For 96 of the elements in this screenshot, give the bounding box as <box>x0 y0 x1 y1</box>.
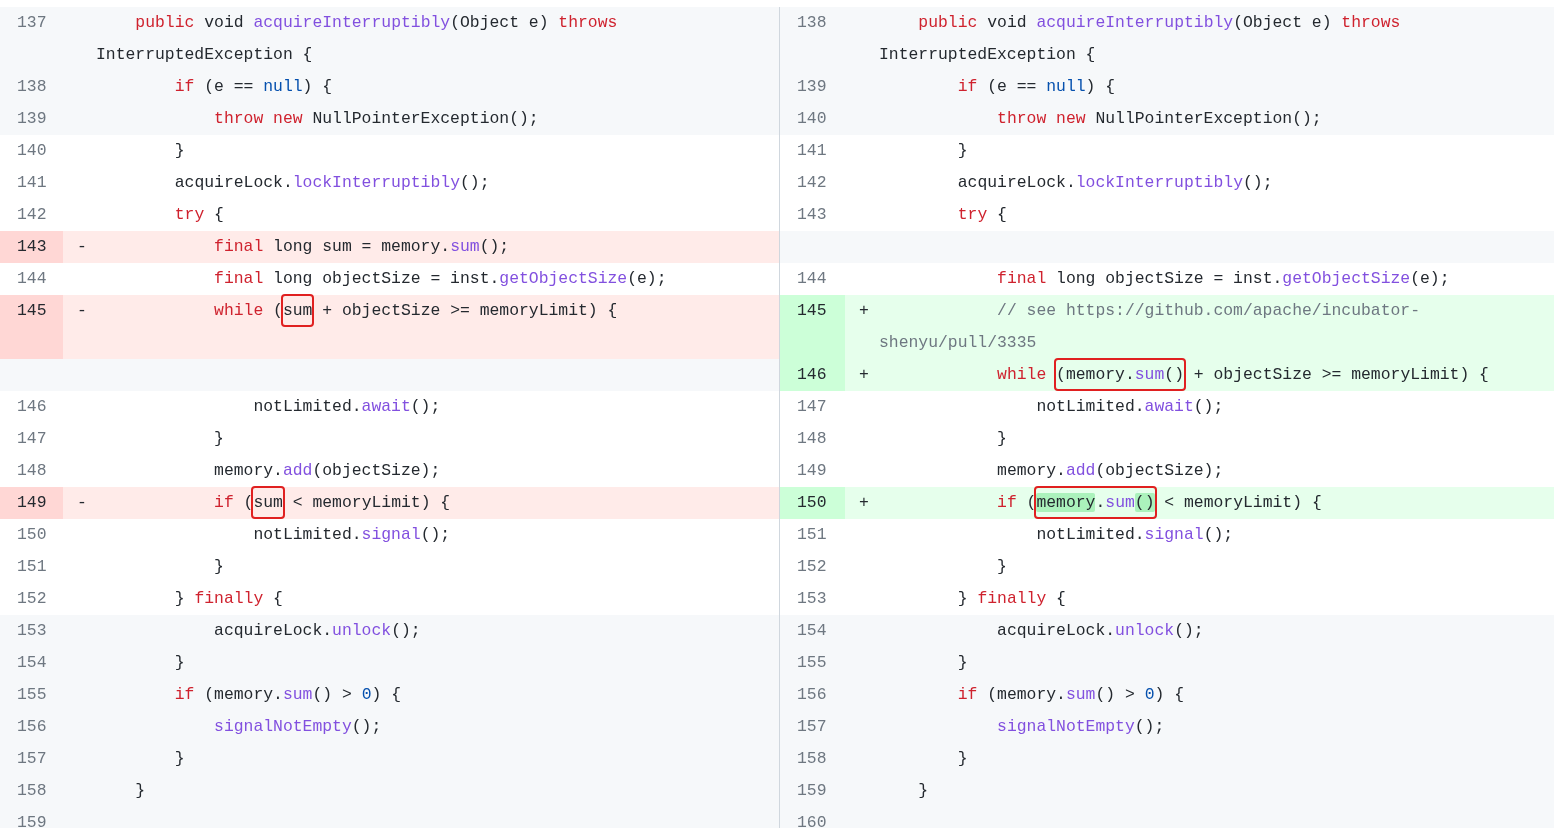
code-line: throw new NullPointerException(); <box>213 109 539 128</box>
line-number: 152 <box>16 588 48 610</box>
code-line: if (sum < memoryLimit) { <box>96 488 451 517</box>
code-line: final long sum = memory.sum(); <box>213 237 510 256</box>
line-number: 155 <box>796 652 828 674</box>
code-line: notLimited.signal(); <box>252 525 451 544</box>
line-number: 160 <box>796 812 828 828</box>
diff-sign: + <box>859 301 869 320</box>
line-number: 138 <box>16 76 48 98</box>
line-number: 147 <box>16 428 48 450</box>
code-line: } <box>213 557 224 576</box>
code-line: final long objectSize = inst.getObjectSize(e); <box>213 269 667 288</box>
line-number: 145 <box>0 295 63 359</box>
code-line: try { <box>956 205 1007 224</box>
code-line: } <box>956 749 968 768</box>
code-line: signalNotEmpty(); <box>213 717 382 736</box>
line-number: 143 <box>0 231 63 263</box>
line-number: 144 <box>796 268 828 290</box>
code-line: throw new NullPointerException(); <box>996 109 1322 128</box>
line-number: 141 <box>796 140 828 162</box>
code-line: } <box>996 557 1007 576</box>
code-line: } finally { <box>956 589 1066 608</box>
code-line: } <box>956 141 968 160</box>
line-number: 147 <box>796 396 828 418</box>
diff-sign: - <box>77 493 87 512</box>
code-line: } <box>213 429 224 448</box>
code-line: public void acquireInterruptibly(Object e) throws InterruptedException { <box>96 13 619 64</box>
line-number: 137 <box>16 12 48 34</box>
line-number: 152 <box>796 556 828 578</box>
code-line: } <box>173 749 185 768</box>
code-line: if (e == null) { <box>956 77 1116 96</box>
line-number: 155 <box>16 684 48 706</box>
line-number: 149 <box>0 487 63 519</box>
line-number: 153 <box>16 620 48 642</box>
line-number: 149 <box>796 460 828 482</box>
line-number: 159 <box>16 812 48 828</box>
code-line: } <box>917 781 929 800</box>
line-number: 156 <box>796 684 828 706</box>
line-number: 150 <box>16 524 48 546</box>
line-number: 158 <box>796 748 828 770</box>
code-line: final long objectSize = inst.getObjectSize(e); <box>996 269 1450 288</box>
line-number: 158 <box>16 780 48 802</box>
line-number: 141 <box>16 172 48 194</box>
code-line: public void acquireInterruptibly(Object e) throws InterruptedException { <box>879 13 1402 64</box>
line-number: 153 <box>796 588 828 610</box>
line-number: 142 <box>16 204 48 226</box>
code-line: acquireLock.unlock(); <box>996 621 1204 640</box>
code-line: notLimited.signal(); <box>1035 525 1234 544</box>
code-line: while (memory.sum() + objectSize >= memoryLimit) { <box>879 360 1489 389</box>
line-number: 140 <box>796 108 828 130</box>
code-line: if (memory.sum() > 0) { <box>173 685 401 704</box>
code-line: signalNotEmpty(); <box>996 717 1165 736</box>
code-line: } <box>956 653 968 672</box>
line-number: 148 <box>16 460 48 482</box>
code-line: if (memory.sum() < memoryLimit) { <box>879 488 1322 517</box>
diff-sign: - <box>77 301 87 320</box>
line-number: 150 <box>780 487 845 519</box>
line-number: 154 <box>796 620 828 642</box>
line-number: 151 <box>796 524 828 546</box>
line-number: 138 <box>796 12 828 34</box>
code-line: } finally { <box>173 589 283 608</box>
code-line: memory.add(objectSize); <box>996 461 1224 480</box>
code-line: } <box>173 141 185 160</box>
line-number: 140 <box>16 140 48 162</box>
code-line: if (e == null) { <box>173 77 333 96</box>
diff-sign: - <box>77 237 87 256</box>
code-line: acquireLock.lockInterruptibly(); <box>956 173 1273 192</box>
code-line: if (memory.sum() > 0) { <box>956 685 1184 704</box>
line-number: 151 <box>16 556 48 578</box>
line-number: 139 <box>796 76 828 98</box>
line-number: 156 <box>16 716 48 738</box>
line-number: 144 <box>16 268 48 290</box>
line-number: 145 <box>780 295 845 359</box>
line-number: 157 <box>16 748 48 770</box>
line-number: 159 <box>796 780 828 802</box>
line-number: 148 <box>796 428 828 450</box>
diff-sign: + <box>859 365 869 384</box>
line-number: 146 <box>16 396 48 418</box>
line-number: 154 <box>16 652 48 674</box>
code-line: acquireLock.unlock(); <box>213 621 421 640</box>
line-number: 146 <box>780 359 845 391</box>
code-line: while (sum + objectSize >= memoryLimit) { <box>96 296 618 325</box>
code-line: try { <box>173 205 224 224</box>
code-line: } <box>173 653 185 672</box>
diff-sign: + <box>859 493 869 512</box>
code-line: } <box>996 429 1007 448</box>
line-number: 157 <box>796 716 828 738</box>
line-number: 143 <box>796 204 828 226</box>
line-number: 142 <box>796 172 828 194</box>
code-line: notLimited.await(); <box>1035 397 1224 416</box>
code-line: acquireLock.lockInterruptibly(); <box>173 173 490 192</box>
code-line: memory.add(objectSize); <box>213 461 441 480</box>
line-number: 139 <box>16 108 48 130</box>
code-line: // see https://github.com/apache/incubator-shenyu/pull/3335 <box>879 301 1420 352</box>
code-line: notLimited.await(); <box>252 397 441 416</box>
code-line: } <box>134 781 146 800</box>
